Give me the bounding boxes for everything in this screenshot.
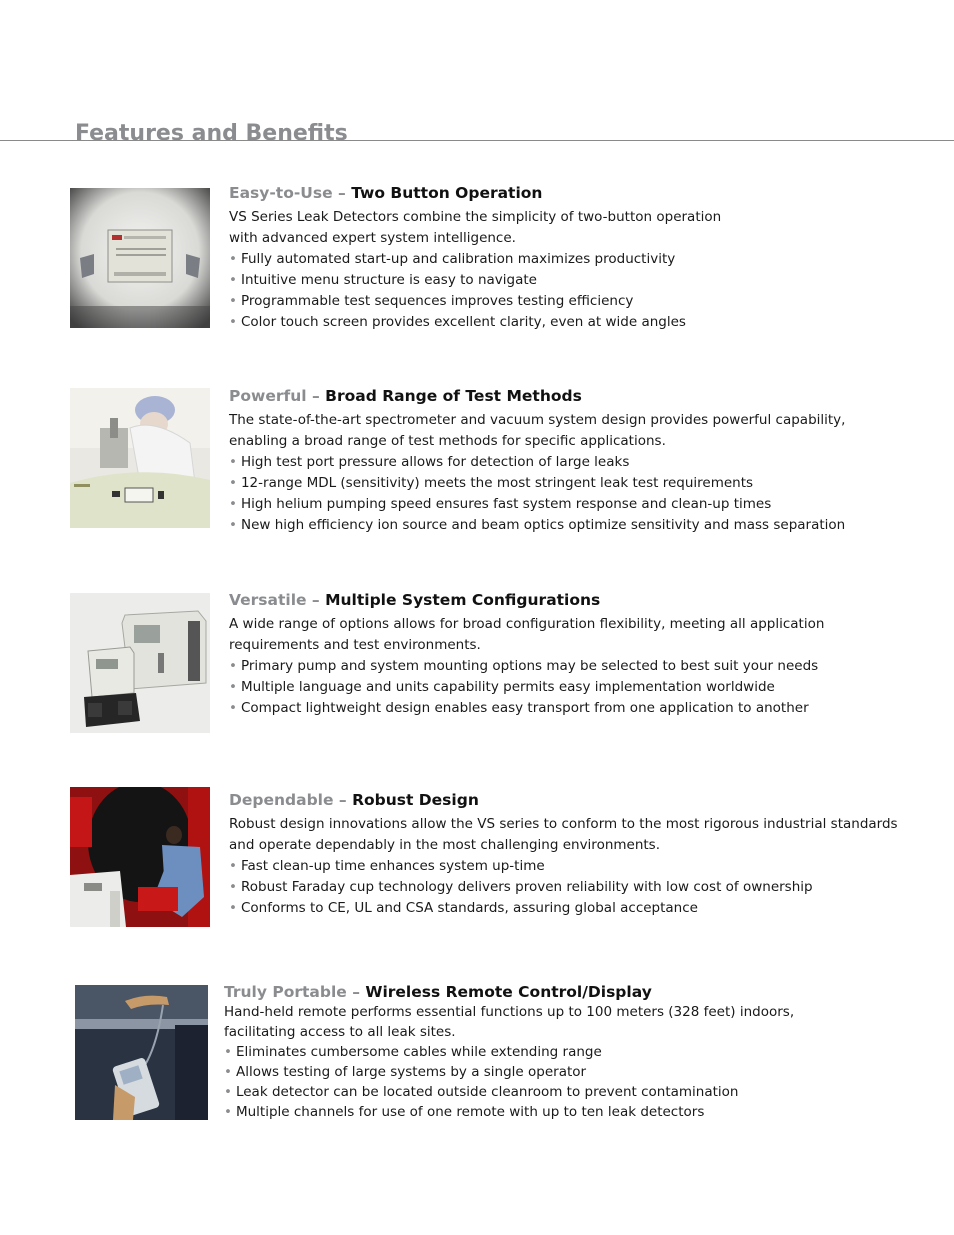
list-item: • Fully automated start-up and calibratio… [229,251,676,267]
touch-screen-control-panel-photo [70,188,210,328]
section-intro-line: Hand-held remote performs essential func… [224,1004,795,1020]
bullet-icon: • [229,475,237,491]
bullet-icon: • [229,858,237,874]
bullet-icon: • [229,700,237,716]
list-item: • Conforms to CE, UL and CSA standards, a… [229,900,698,916]
section-heading: Versatile – Multiple System Configuratio… [229,590,824,610]
handheld-remote-photo [75,985,208,1120]
list-item: • Primary pump and system mounting option… [229,658,819,674]
list-item: • 12-range MDL (sensitivity) meets the mo… [229,475,754,491]
bullet-icon: • [229,454,237,470]
page-title: Features and Benefits [75,120,348,146]
list-item: • Multiple language and units capability … [229,679,775,695]
section-lead: Truly Portable – [224,983,360,1001]
bullet-icon: • [229,900,237,916]
section-title: Broad Range of Test Methods [325,387,582,405]
section-lead: Dependable – [229,791,347,809]
section-heading: Truly Portable – Wireless Remote Control… [224,982,794,1002]
list-item: • Eliminates cumbersome cables while exte… [224,1044,602,1060]
bullet-list: • Primary pump and system mounting option… [229,656,824,719]
bullet-icon: • [229,496,237,512]
section-heading: Easy-to-Use – Two Button Operation [229,183,721,203]
section-intro-line: requirements and test environments. [229,637,481,653]
bullet-list: • High test port pressure allows for dete… [229,452,845,536]
list-item: • High test port pressure allows for dete… [229,454,630,470]
section-intro-line: A wide range of options allows for broad… [229,616,825,632]
list-item: • Robust Faraday cup technology delivers … [229,879,813,895]
bullet-icon: • [229,251,237,267]
bullet-icon: • [229,293,237,309]
list-item: • Programmable test sequences improves te… [229,293,634,309]
section-intro-line: enabling a broad range of test methods f… [229,433,666,449]
list-item: • Fast clean-up time enhances system up-t… [229,858,545,874]
section-intro-line: Robust design innovations allow the VS s… [229,816,898,832]
section-lead: Versatile – [229,591,320,609]
bullet-icon: • [229,272,237,288]
list-item: • Color touch screen provides excellent c… [229,314,686,330]
list-item: • New high efficiency ion source and beam… [229,517,846,533]
section-heading: Powerful – Broad Range of Test Methods [229,386,845,406]
section-lead: Easy-to-Use – [229,184,346,202]
cleanroom-technician-photo [70,388,210,528]
bullet-list: • Fully automated start-up and calibratio… [229,249,721,333]
leak-detector-configurations-photo [70,593,210,733]
section-intro-line: and operate dependably in the most chall… [229,837,661,853]
section-title: Wireless Remote Control/Display [365,983,652,1001]
list-item: • Intuitive menu structure is easy to nav… [229,272,537,288]
section-intro-line: facilitating access to all leak sites. [224,1024,456,1040]
list-item: • Allows testing of large systems by a si… [224,1064,587,1080]
list-item: • Compact lightweight design enables easy… [229,700,809,716]
section-title: Two Button Operation [351,184,543,202]
section-intro-line: with advanced expert system intelligence… [229,230,516,246]
list-item: • High helium pumping speed ensures fast … [229,496,772,512]
bullet-list: • Eliminates cumbersome cables while exte… [224,1042,794,1122]
section-lead: Powerful – [229,387,320,405]
title-divider [0,140,954,141]
list-item: • Leak detector can be located outside cl… [224,1084,739,1100]
section-heading: Dependable – Robust Design [229,790,898,810]
bullet-icon: • [229,314,237,330]
bullet-icon: • [224,1064,232,1080]
bullet-icon: • [224,1104,232,1120]
section-title: Multiple System Configurations [325,591,601,609]
bullet-icon: • [229,879,237,895]
section-title: Robust Design [352,791,479,809]
bullet-icon: • [224,1084,232,1100]
bullet-icon: • [229,658,237,674]
bullet-icon: • [229,517,237,533]
section-intro-line: VS Series Leak Detectors combine the sim… [229,209,722,225]
bullet-list: • Fast clean-up time enhances system up-t… [229,856,898,919]
bullet-icon: • [224,1044,232,1060]
industrial-operator-photo [70,787,210,927]
list-item: • Multiple channels for use of one remote… [224,1104,705,1120]
bullet-icon: • [229,679,237,695]
section-intro-line: The state-of-the-art spectrometer and va… [229,412,846,428]
